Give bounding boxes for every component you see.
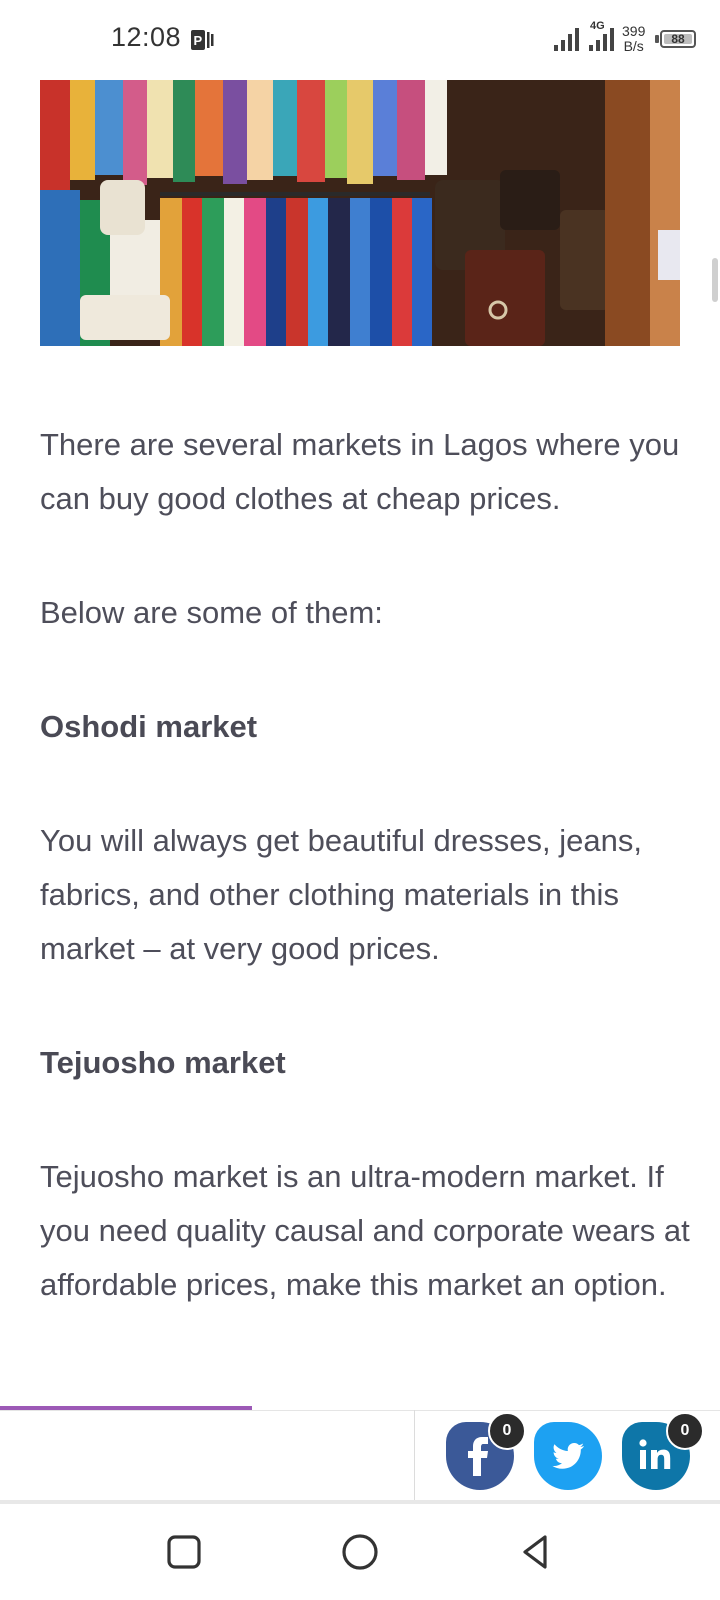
battery-icon: 88 bbox=[660, 30, 696, 48]
network-speed: 399 B/s bbox=[622, 24, 645, 54]
reading-progress-bar bbox=[0, 1406, 252, 1410]
signal-icon bbox=[554, 28, 579, 51]
twitter-icon bbox=[552, 1443, 584, 1469]
status-bar: 12:08 P 4G 399 B/s 88 bbox=[0, 0, 720, 78]
clothes-market-illustration bbox=[40, 80, 680, 346]
linkedin-share-count: 0 bbox=[666, 1412, 704, 1450]
back-icon[interactable] bbox=[514, 1530, 558, 1574]
recent-apps-icon[interactable] bbox=[162, 1530, 206, 1574]
speed-unit: B/s bbox=[623, 38, 644, 54]
battery-level: 88 bbox=[671, 32, 685, 46]
share-bar bbox=[0, 1410, 720, 1503]
section-body-oshodi: You will always get beautiful dresses, j… bbox=[40, 823, 642, 966]
share-divider bbox=[414, 1410, 415, 1502]
section-heading-oshodi: Oshodi market bbox=[40, 709, 258, 744]
facebook-share-count: 0 bbox=[488, 1412, 526, 1450]
section-heading-tejuosho: Tejuosho market bbox=[40, 1045, 286, 1080]
speed-value: 399 bbox=[622, 23, 646, 39]
app-notification-icon: P bbox=[191, 30, 214, 50]
twitter-share-button[interactable] bbox=[534, 1422, 602, 1490]
battery-tip bbox=[655, 35, 659, 43]
signal-icon bbox=[589, 28, 614, 51]
page-scrollbar[interactable] bbox=[712, 258, 718, 302]
list-intro: Below are some of them: bbox=[40, 595, 383, 630]
section-body-tejuosho: Tejuosho market is an ultra-modern marke… bbox=[40, 1159, 690, 1302]
home-icon[interactable] bbox=[338, 1530, 382, 1574]
article-intro: There are several markets in Lagos where… bbox=[40, 427, 680, 516]
hero-image bbox=[40, 80, 680, 346]
status-time: 12:08 bbox=[111, 22, 182, 52]
svg-text:P: P bbox=[194, 33, 203, 48]
article-body: There are several markets in Lagos where… bbox=[40, 418, 690, 1312]
